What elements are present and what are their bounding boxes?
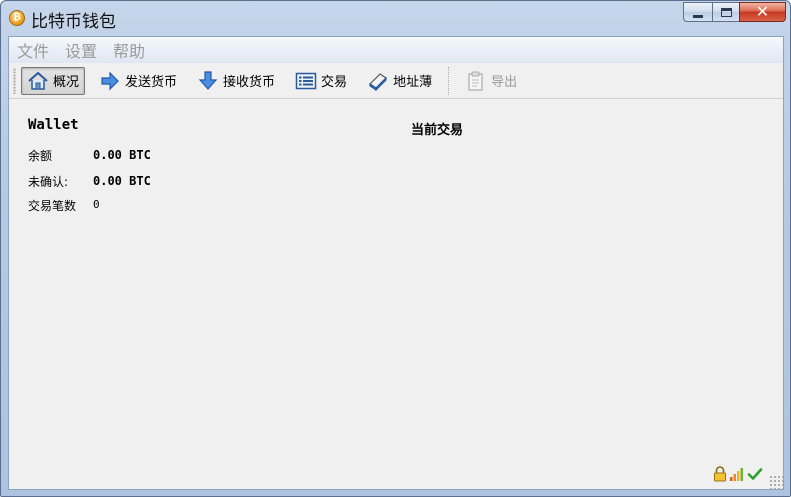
minimize-button[interactable] xyxy=(683,2,712,22)
home-icon xyxy=(27,70,49,92)
app-window: ₿ 比特币钱包 ✕ 文件 设置 帮助 概况 发送货币 接收货币 交易 地址薄 导… xyxy=(0,0,791,497)
send-button[interactable]: 发送货币 xyxy=(93,67,183,95)
arrow-down-icon xyxy=(197,70,219,92)
unconfirmed-value: 0.00 BTC xyxy=(93,174,151,188)
menu-file[interactable]: 文件 xyxy=(17,38,49,62)
balance-value: 0.00 BTC xyxy=(93,148,151,162)
signal-icon[interactable] xyxy=(729,466,745,482)
address-book-label: 地址薄 xyxy=(393,75,433,90)
list-icon xyxy=(295,70,317,92)
toolbar: 概况 发送货币 接收货币 交易 地址薄 导出 xyxy=(9,63,783,99)
export-label: 导出 xyxy=(491,75,518,90)
send-label: 发送货币 xyxy=(125,75,178,90)
transactions-label: 交易 xyxy=(321,75,348,90)
overview-page: Wallet 余额 0.00 BTC 未确认: 0.00 BTC 交易笔数 0 … xyxy=(9,100,783,488)
close-button[interactable]: ✕ xyxy=(739,2,786,22)
recent-transactions-title: 当前交易 xyxy=(411,123,464,138)
bitcoin-icon: ₿ xyxy=(9,10,25,26)
check-icon[interactable] xyxy=(747,466,763,482)
resize-grip[interactable] xyxy=(769,475,783,489)
title-bar[interactable]: ₿ 比特币钱包 ✕ xyxy=(1,1,790,35)
tx-count-label: 交易笔数 xyxy=(28,199,77,213)
overview-label: 概况 xyxy=(53,75,80,90)
balance-label: 余额 xyxy=(28,149,53,163)
address-book-button[interactable]: 地址薄 xyxy=(361,67,438,95)
menu-help[interactable]: 帮助 xyxy=(113,38,145,62)
toolbar-grip[interactable] xyxy=(13,67,16,94)
export-icon xyxy=(465,70,487,92)
unconfirmed-label: 未确认: xyxy=(28,175,69,189)
wallet-title: Wallet xyxy=(28,117,79,133)
minimize-icon xyxy=(693,14,703,18)
maximize-icon xyxy=(720,7,732,17)
client-area: 文件 设置 帮助 概况 发送货币 接收货币 交易 地址薄 导出 Wallet 余… xyxy=(8,36,784,490)
close-icon: ✕ xyxy=(755,2,770,21)
arrow-right-icon xyxy=(99,70,121,92)
menu-settings[interactable]: 设置 xyxy=(65,38,97,62)
overview-button[interactable]: 概况 xyxy=(21,66,86,95)
maximize-button[interactable] xyxy=(712,2,739,22)
window-controls: ✕ xyxy=(683,2,786,22)
menu-bar: 文件 设置 帮助 xyxy=(9,37,783,63)
status-bar xyxy=(9,459,783,489)
window-title: 比特币钱包 xyxy=(31,12,116,32)
tx-count-value: 0 xyxy=(93,198,100,211)
receive-label: 接收货币 xyxy=(223,75,276,90)
toolbar-separator xyxy=(448,66,450,95)
address-book-icon xyxy=(367,70,389,92)
receive-button[interactable]: 接收货币 xyxy=(191,67,281,95)
export-button[interactable]: 导出 xyxy=(459,67,523,95)
lock-icon[interactable] xyxy=(713,466,727,482)
transactions-button[interactable]: 交易 xyxy=(289,67,353,95)
